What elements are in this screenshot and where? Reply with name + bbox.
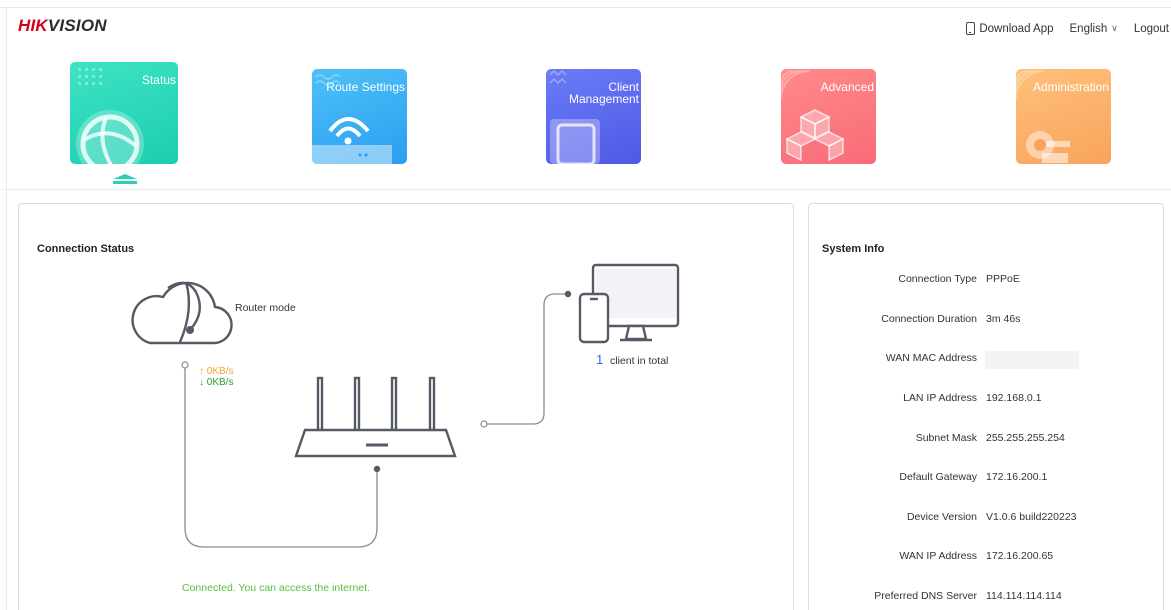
router-admin-page: HIKVISION Download App English ∨ Logout	[0, 0, 1171, 610]
lan-cable	[484, 293, 568, 425]
language-label: English	[1069, 22, 1108, 35]
sysinfo-row-connection-duration: Connection Duration 3m 46s	[881, 313, 1021, 325]
sysinfo-row-lan-ip: LAN IP Address 192.168.0.1	[903, 392, 1042, 404]
nav-tile-administration[interactable]: Administration	[1016, 69, 1111, 164]
chevron-down-icon: ∨	[1111, 23, 1118, 33]
language-select[interactable]: English ∨	[1070, 23, 1118, 35]
router-wan-dot	[373, 465, 381, 473]
wan-port-dot	[181, 361, 189, 369]
cloud-node-dot	[186, 326, 194, 334]
download-app-label: Download App	[979, 22, 1054, 35]
router-mode-label: Router mode	[235, 302, 296, 314]
tile-label-administration: Administration	[1032, 80, 1109, 94]
client-count[interactable]: 1	[596, 352, 603, 367]
header-actions: Download App English ∨ Logout	[966, 22, 1169, 35]
connection-status-message: Connected. You can access the internet.	[182, 582, 370, 594]
system-info-title: System Info	[822, 243, 885, 255]
sysinfo-row-preferred-dns: Preferred DNS Server 114.114.114.114	[874, 590, 1062, 602]
sysinfo-row-wan-ip: WAN IP Address 172.16.200.65	[899, 550, 1054, 562]
wan-mac-value-box	[985, 351, 1079, 369]
sysinfo-row-subnet-mask: Subnet Mask 255.255.255.254	[915, 432, 1065, 444]
client-devices-icon	[578, 263, 680, 344]
logout-label: Logout	[1133, 22, 1169, 35]
sysinfo-row-default-gateway: Default Gateway 172.16.200.1	[899, 471, 1048, 483]
download-speed: ↓ 0KB/s	[199, 377, 234, 388]
phone-icon	[966, 22, 976, 35]
upload-speed: ↑ 0KB/s	[199, 366, 234, 377]
router-icon	[294, 376, 457, 458]
cloud-internet-icon	[131, 281, 233, 345]
sysinfo-row-device-version: Device Version V1.0.6 build220223	[906, 511, 1077, 523]
sysinfo-row-connection-type: Connection Type PPPoE	[898, 273, 1020, 285]
router-lan-dot	[480, 420, 488, 428]
logout-link[interactable]: Logout	[1134, 23, 1169, 35]
client-count-label: client in total	[610, 355, 669, 367]
download-app-link[interactable]: Download App	[966, 22, 1054, 35]
client-dot	[564, 290, 572, 298]
topology-diagram	[131, 263, 680, 548]
tile-label-advanced: Advanced	[820, 80, 874, 94]
